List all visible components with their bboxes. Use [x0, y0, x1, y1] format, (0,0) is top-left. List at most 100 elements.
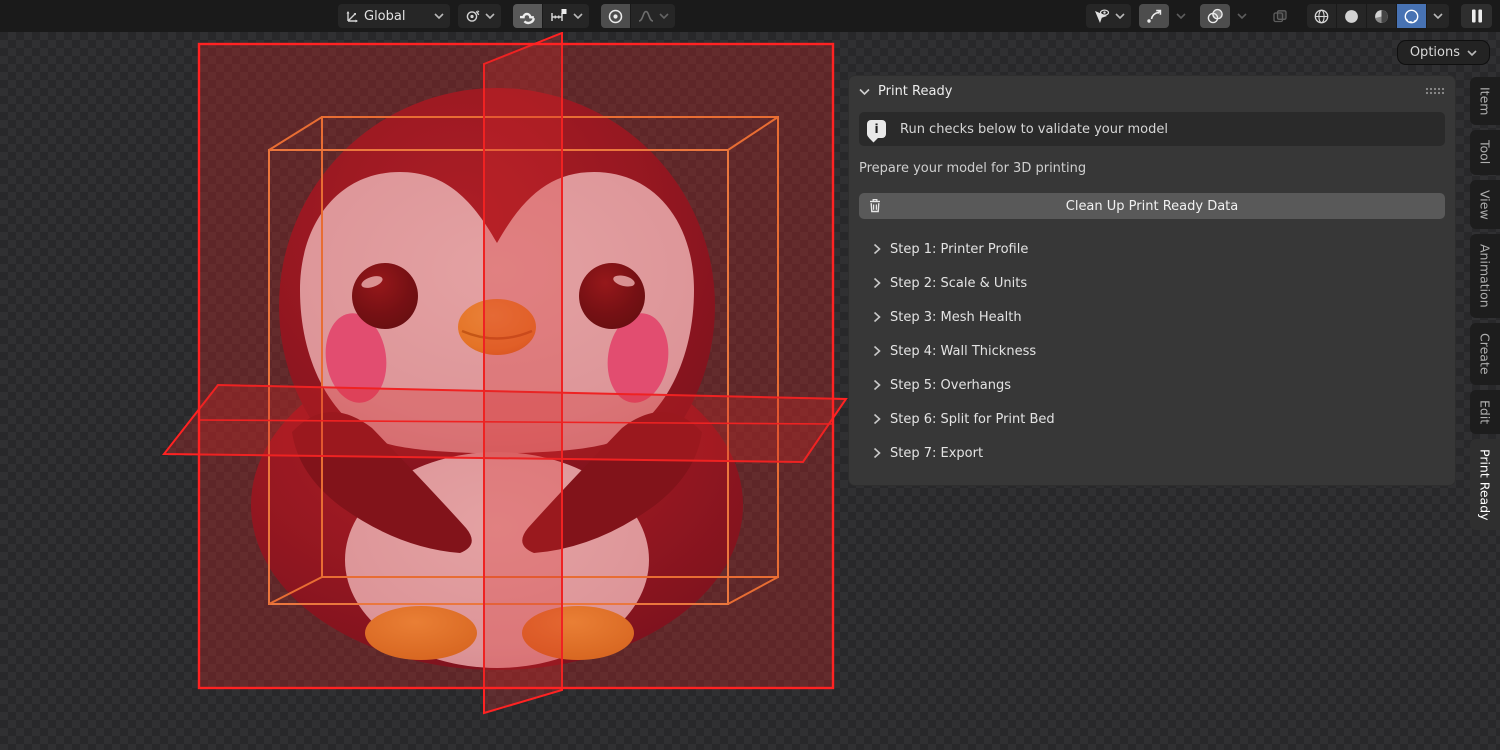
tab-label: Print Ready [1477, 448, 1493, 521]
step-panel-printer-profile[interactable]: Step 1: Printer Profile [849, 232, 1455, 266]
info-message: Run checks below to validate your model [900, 121, 1168, 137]
xray-toggle[interactable] [1265, 4, 1295, 28]
chevron-down-icon [1237, 13, 1247, 20]
chevron-right-icon [873, 243, 881, 255]
tab-view[interactable]: View [1470, 179, 1500, 230]
chevron-down-icon [573, 13, 583, 20]
step-label: Step 7: Export [890, 445, 984, 461]
penguin-eye-right [579, 263, 645, 329]
gizmos-dropdown[interactable] [1170, 4, 1192, 28]
pivot-point-dropdown[interactable] [458, 4, 501, 28]
cleanup-button-label: Clean Up Print Ready Data [1065, 198, 1239, 214]
snap-toggle-button[interactable] [513, 4, 542, 28]
step-label: Step 2: Scale & Units [890, 275, 1028, 291]
chevron-down-icon [659, 13, 669, 20]
tab-label: Tool [1477, 140, 1493, 165]
step-label: Step 4: Wall Thickness [890, 343, 1037, 359]
chevron-down-icon [1176, 13, 1186, 20]
tab-label: Item [1477, 87, 1493, 116]
shading-solid-icon [1345, 9, 1358, 23]
tab-item[interactable]: Item [1470, 77, 1500, 126]
shading-dropdown[interactable] [1427, 4, 1449, 28]
penguin-foot-right [522, 606, 634, 660]
overlays-icon [1207, 8, 1223, 23]
snap-target-dropdown[interactable] [543, 4, 589, 28]
tab-label: Edit [1477, 399, 1493, 424]
cleanup-button[interactable]: Clean Up Print Ready Data [859, 193, 1445, 219]
transform-orientation-label: Global [364, 8, 406, 24]
chevron-down-icon [485, 13, 495, 20]
shading-rendered-button[interactable] [1397, 4, 1426, 28]
panel-title: Print Ready [878, 83, 953, 99]
step-panel-mesh-health[interactable]: Step 3: Mesh Health [849, 300, 1455, 334]
chevron-down-icon [1433, 13, 1443, 20]
info-icon: i [867, 120, 886, 138]
step-label: Step 6: Split for Print Bed [890, 411, 1055, 427]
tab-label: Create [1477, 333, 1493, 375]
pause-icon [1471, 9, 1482, 23]
proportional-editing-icon [608, 9, 623, 23]
chevron-down-icon [434, 13, 444, 20]
chevron-right-icon [873, 413, 881, 425]
step-panel-wall-thickness[interactable]: Step 4: Wall Thickness [849, 334, 1455, 368]
proportional-editing-toggle[interactable] [601, 4, 630, 28]
chevron-down-icon [1115, 13, 1125, 20]
shading-wireframe-button[interactable] [1307, 4, 1336, 28]
gizmos-toggle[interactable] [1139, 4, 1169, 28]
gizmos-icon [1147, 9, 1162, 23]
shading-solid-button[interactable] [1337, 4, 1366, 28]
pivot-point-icon [466, 10, 480, 22]
penguin-model[interactable] [251, 88, 743, 670]
options-dropdown[interactable]: Options [1396, 40, 1490, 65]
chevron-right-icon [873, 345, 881, 357]
display-settings-group [1086, 4, 1492, 28]
overlays-toggle[interactable] [1200, 4, 1230, 28]
chevron-down-icon [859, 88, 870, 95]
shading-rendered-icon [1404, 9, 1419, 23]
print-ready-panel-header[interactable]: Print Ready [849, 76, 1455, 106]
chevron-right-icon [873, 379, 881, 391]
proportional-falloff-dropdown[interactable] [631, 4, 675, 28]
tab-tool[interactable]: Tool [1470, 130, 1500, 175]
pause-button[interactable] [1461, 4, 1492, 28]
chevron-right-icon [873, 311, 881, 323]
step-panel-scale-units[interactable]: Step 2: Scale & Units [849, 266, 1455, 300]
transform-settings-group: Global [338, 4, 675, 28]
viewport-header: Global [0, 0, 1500, 32]
shading-wireframe-icon [1314, 9, 1329, 23]
panel-drag-grip[interactable] [1425, 86, 1445, 96]
print-ready-panel: Print Ready i Run checks below to valida… [848, 75, 1456, 486]
overlays-dropdown[interactable] [1231, 4, 1253, 28]
step-label: Step 5: Overhangs [890, 377, 1012, 393]
sidebar-tab-rail: Item Tool View Animation Create Edit Pri… [1467, 77, 1500, 531]
snap-increment-icon [551, 9, 567, 21]
show-gizmo-dropdown[interactable] [1086, 4, 1131, 28]
chevron-down-icon [1467, 49, 1477, 56]
transform-orientation-icon [346, 11, 358, 23]
show-gizmo-icon [1095, 8, 1110, 23]
step-panel-overhangs[interactable]: Step 5: Overhangs [849, 368, 1455, 402]
shading-material-button[interactable] [1367, 4, 1396, 28]
falloff-curve-icon [638, 10, 654, 22]
shading-material-icon [1375, 9, 1388, 23]
penguin-beak [458, 299, 536, 355]
trash-icon [870, 198, 880, 213]
options-label: Options [1409, 45, 1460, 60]
chevron-right-icon [873, 277, 881, 289]
step-panel-split-print-bed[interactable]: Step 6: Split for Print Bed [849, 402, 1455, 436]
tab-label: Animation [1477, 244, 1493, 309]
panel-description: Prepare your model for 3D printing [859, 161, 1087, 176]
transform-orientation-dropdown[interactable]: Global [338, 4, 450, 28]
step-panel-export[interactable]: Step 7: Export [849, 436, 1455, 470]
penguin-foot-left [365, 606, 477, 660]
tab-edit[interactable]: Edit [1470, 389, 1500, 434]
step-label: Step 1: Printer Profile [890, 241, 1029, 257]
snap-magnet-icon [519, 12, 535, 24]
tab-label: View [1477, 189, 1493, 220]
tab-animation[interactable]: Animation [1470, 234, 1500, 319]
tab-create[interactable]: Create [1470, 323, 1500, 385]
tab-print-ready[interactable]: Print Ready [1470, 438, 1500, 531]
steps-list: Step 1: Printer Profile Step 2: Scale & … [849, 232, 1455, 470]
penguin-eye-left [352, 263, 418, 329]
chevron-right-icon [873, 447, 881, 459]
